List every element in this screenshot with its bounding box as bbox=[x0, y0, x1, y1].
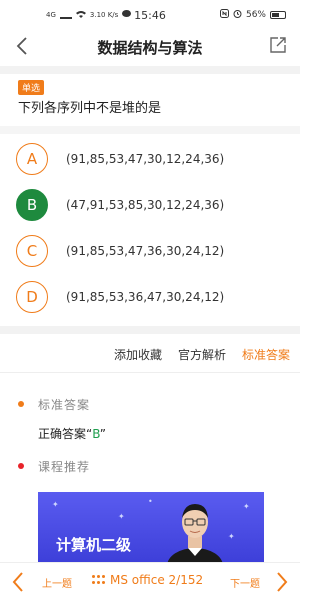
add-favorite-button[interactable]: 添加收藏 bbox=[114, 346, 162, 363]
answer-value: B bbox=[92, 427, 100, 441]
question-index-button[interactable]: MS office 2/152 bbox=[92, 573, 203, 587]
sparkle-icon: ✦ bbox=[118, 512, 125, 521]
prev-arrow-button[interactable] bbox=[10, 569, 26, 595]
sparkle-icon: ✦ bbox=[243, 502, 250, 511]
standard-answer-tab[interactable]: 标准答案 bbox=[242, 346, 290, 363]
progress-label: MS office 2/152 bbox=[110, 573, 204, 587]
options-divider bbox=[0, 326, 300, 334]
option-letter: D bbox=[16, 281, 48, 313]
section-dot-orange bbox=[18, 401, 24, 407]
prev-question-button[interactable]: 上一题 bbox=[42, 575, 72, 590]
instructor-photo bbox=[167, 504, 223, 566]
chevron-right-icon bbox=[277, 572, 288, 592]
alarm-icon bbox=[233, 9, 242, 21]
banner-text: 计算机二级 bbox=[56, 536, 132, 554]
battery-icon bbox=[270, 11, 286, 19]
next-arrow-button[interactable] bbox=[274, 569, 290, 595]
option-d[interactable]: D (91,85,53,36,47,30,24,12) bbox=[16, 280, 286, 314]
answer-suffix: ” bbox=[99, 427, 107, 441]
option-b[interactable]: B (47,91,53,85,30,12,24,36) bbox=[16, 188, 286, 222]
answer-prefix: 正确答案“ bbox=[38, 427, 93, 441]
sparkle-icon: ✦ bbox=[52, 500, 59, 509]
nfc-icon bbox=[219, 9, 229, 21]
sparkle-icon: ✦ bbox=[228, 532, 235, 541]
option-text: (91,85,53,47,30,12,24,36) bbox=[66, 152, 225, 166]
option-letter: C bbox=[16, 235, 48, 267]
option-a[interactable]: A (91,85,53,47,30,12,24,36) bbox=[16, 142, 286, 176]
course-banner[interactable]: ✦ ✦ ✦ ✦ • 计算机二级 bbox=[38, 492, 264, 566]
course-section-title: 课程推荐 bbox=[38, 460, 91, 474]
next-question-button[interactable]: 下一题 bbox=[230, 575, 260, 590]
share-button[interactable] bbox=[268, 35, 288, 55]
status-right: 56% bbox=[219, 9, 286, 21]
action-divider bbox=[0, 372, 300, 373]
header-divider bbox=[0, 66, 300, 74]
status-bar: 4G 3.10 K/s 15:46 56% bbox=[0, 0, 300, 30]
page-title: 数据结构与算法 bbox=[97, 39, 203, 57]
action-bar: 添加收藏 官方解析 标准答案 bbox=[114, 346, 290, 363]
question-type-badge: 单选 bbox=[18, 80, 45, 95]
official-analysis-button[interactable]: 官方解析 bbox=[178, 346, 226, 363]
chevron-left-icon bbox=[12, 572, 23, 592]
option-letter-correct: B bbox=[16, 189, 48, 221]
correct-answer-line: 正确答案“B” bbox=[38, 425, 106, 442]
grid-icon bbox=[92, 575, 105, 585]
option-text: (91,85,53,36,47,30,24,12) bbox=[66, 290, 225, 304]
option-c[interactable]: C (91,85,53,47,36,30,24,12) bbox=[16, 234, 286, 268]
bottom-nav: 上一题 MS office 2/152 下一题 bbox=[0, 562, 300, 600]
question-text: 下列各序列中不是堆的是 bbox=[18, 101, 162, 116]
option-text: (91,85,53,47,36,30,24,12) bbox=[66, 244, 225, 258]
share-icon bbox=[270, 37, 286, 53]
battery-percent: 56% bbox=[245, 10, 266, 20]
section-dot-red bbox=[18, 463, 24, 469]
option-text: (47,91,53,85,30,12,24,36) bbox=[66, 198, 225, 212]
sparkle-icon: • bbox=[148, 497, 153, 506]
question-divider bbox=[0, 126, 300, 134]
header: 数据结构与算法 bbox=[0, 30, 300, 64]
answer-section-title: 标准答案 bbox=[38, 398, 91, 412]
option-letter: A bbox=[16, 143, 48, 175]
